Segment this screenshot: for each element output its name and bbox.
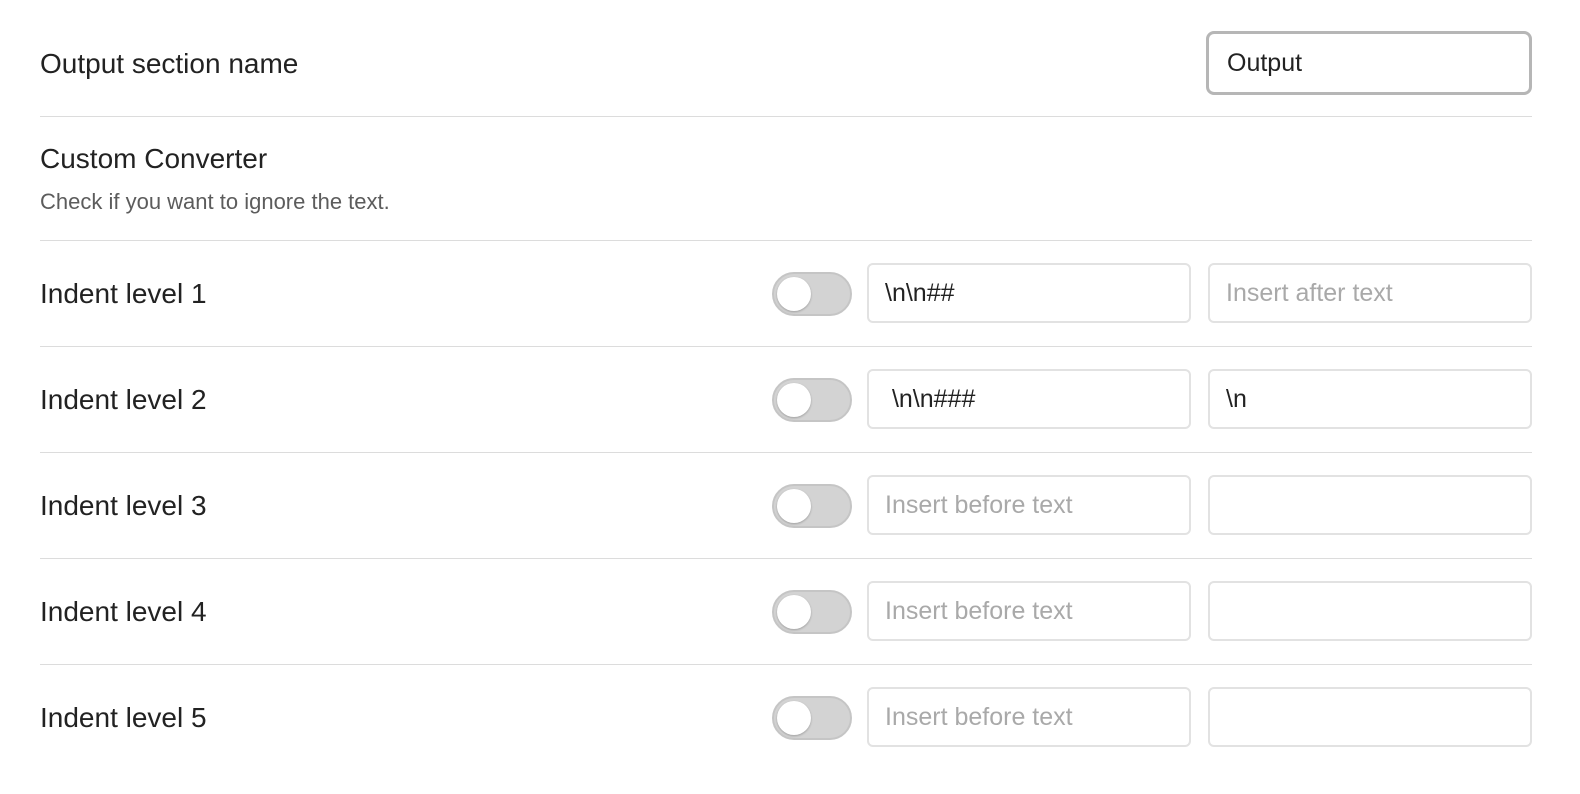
custom-converter-title: Custom Converter bbox=[40, 143, 268, 174]
indent-level-row-5: Indent level 5 bbox=[40, 665, 1532, 771]
indent-level-label: Indent level 5 bbox=[40, 702, 207, 733]
output-section-name-input[interactable] bbox=[1206, 31, 1532, 95]
toggle-knob bbox=[777, 595, 811, 629]
indent-level-label: Indent level 1 bbox=[40, 278, 207, 309]
output-section-label: Output section name bbox=[40, 48, 299, 79]
indent-level-4-ignore-toggle[interactable] bbox=[772, 590, 852, 634]
indent-level-3-ignore-toggle[interactable] bbox=[772, 484, 852, 528]
indent-level-1-before-input[interactable] bbox=[867, 263, 1191, 323]
toggle-knob bbox=[777, 383, 811, 417]
custom-converter-heading-row: Custom Converter Check if you want to ig… bbox=[40, 117, 1532, 241]
indent-level-4-after-input[interactable] bbox=[1208, 581, 1532, 641]
indent-level-row-3: Indent level 3 bbox=[40, 453, 1532, 559]
indent-level-1-after-input[interactable] bbox=[1208, 263, 1532, 323]
settings-panel: Output section name Custom Converter Che… bbox=[0, 0, 1580, 794]
indent-level-3-before-input[interactable] bbox=[867, 475, 1191, 535]
indent-level-1-ignore-toggle[interactable] bbox=[772, 272, 852, 316]
indent-level-2-before-input[interactable] bbox=[867, 369, 1191, 429]
indent-level-row-4: Indent level 4 bbox=[40, 559, 1532, 665]
indent-level-label: Indent level 3 bbox=[40, 490, 207, 521]
indent-level-label: Indent level 4 bbox=[40, 596, 207, 627]
output-section-row: Output section name bbox=[40, 0, 1532, 117]
toggle-knob bbox=[777, 489, 811, 523]
indent-level-5-ignore-toggle[interactable] bbox=[772, 696, 852, 740]
custom-converter-description: Check if you want to ignore the text. bbox=[40, 189, 390, 214]
indent-level-row-2: Indent level 2 bbox=[40, 347, 1532, 453]
indent-level-5-after-input[interactable] bbox=[1208, 687, 1532, 747]
indent-level-5-before-input[interactable] bbox=[867, 687, 1191, 747]
indent-level-row-1: Indent level 1 bbox=[40, 241, 1532, 347]
toggle-knob bbox=[777, 701, 811, 735]
toggle-knob bbox=[777, 277, 811, 311]
indent-level-2-ignore-toggle[interactable] bbox=[772, 378, 852, 422]
indent-level-3-after-input[interactable] bbox=[1208, 475, 1532, 535]
indent-level-2-after-input[interactable] bbox=[1208, 369, 1532, 429]
indent-level-label: Indent level 2 bbox=[40, 384, 207, 415]
indent-level-4-before-input[interactable] bbox=[867, 581, 1191, 641]
